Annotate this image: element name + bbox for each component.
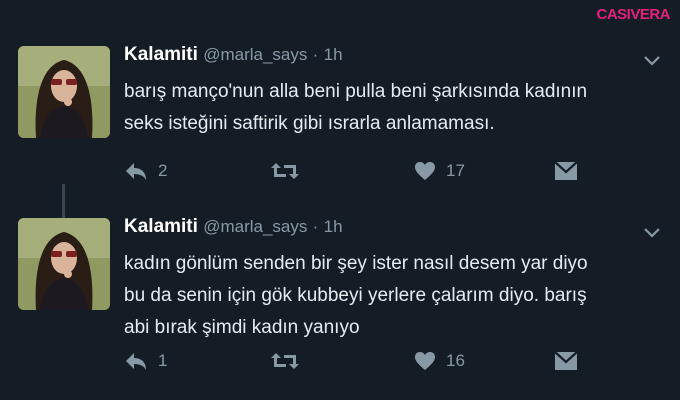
reply-button[interactable]: 2 — [124, 158, 167, 184]
tweet-text-line: bu da senin için gök kubbeyi yerlere çal… — [124, 285, 587, 306]
direct-message-icon — [554, 351, 578, 370]
tweet[interactable]: Kalamiti @marla_says · 1h kadın gönlüm s… — [0, 212, 680, 392]
like-count: 16 — [446, 351, 465, 370]
timestamp[interactable]: 1h — [324, 45, 343, 64]
tweet-actions: 1 16 — [124, 348, 594, 374]
tweet-header: Kalamiti @marla_says · 1h — [124, 44, 343, 66]
like-button[interactable]: 17 — [414, 158, 465, 184]
tweet-text-line: seks isteğini saftirik gibi ısrarla anla… — [124, 113, 495, 134]
tweet-text-line: abi bırak şimdi kadın yanıyo — [124, 317, 360, 338]
user-handle[interactable]: @marla_says — [203, 45, 307, 64]
retweet-button[interactable] — [270, 348, 310, 374]
retweet-icon — [271, 353, 299, 369]
tweet-header: Kalamiti @marla_says · 1h — [124, 216, 343, 238]
like-count: 17 — [446, 161, 465, 180]
retweet-button[interactable] — [270, 158, 310, 184]
reply-count: 2 — [158, 161, 168, 180]
chevron-down-icon[interactable] — [644, 56, 660, 66]
chevron-down-icon[interactable] — [644, 228, 660, 238]
like-button[interactable]: 16 — [414, 348, 465, 374]
reply-icon — [126, 353, 146, 370]
tweet[interactable]: Kalamiti @marla_says · 1h barış manço'nu… — [0, 40, 680, 246]
direct-message-icon — [554, 161, 578, 180]
timestamp[interactable]: 1h — [324, 217, 343, 236]
heart-icon — [415, 162, 435, 180]
retweet-icon — [271, 163, 299, 179]
display-name[interactable]: Kalamiti — [124, 216, 198, 237]
user-handle[interactable]: @marla_says — [203, 217, 307, 236]
separator-dot: · — [312, 45, 319, 64]
separator-dot: · — [312, 217, 319, 236]
reply-count: 1 — [158, 351, 168, 370]
avatar[interactable] — [18, 218, 110, 310]
avatar[interactable] — [18, 46, 110, 138]
heart-icon — [415, 352, 435, 370]
tweet-actions: 2 17 — [124, 158, 594, 184]
watermark-logo: CASIVERA — [596, 6, 670, 23]
reply-icon — [126, 163, 146, 180]
tweet-text: kadın gönlüm senden bir şey ister nasıl … — [124, 248, 624, 344]
tweet-text-line: kadın gönlüm senden bir şey ister nasıl … — [124, 253, 588, 274]
reply-button[interactable]: 1 — [124, 348, 167, 374]
tweet-text-line: barış manço'nun alla beni pulla beni şar… — [124, 81, 588, 102]
tweet-text: barış manço'nun alla beni pulla beni şar… — [124, 76, 624, 140]
direct-message-button[interactable] — [554, 348, 578, 374]
display-name[interactable]: Kalamiti — [124, 44, 198, 65]
direct-message-button[interactable] — [554, 158, 578, 184]
